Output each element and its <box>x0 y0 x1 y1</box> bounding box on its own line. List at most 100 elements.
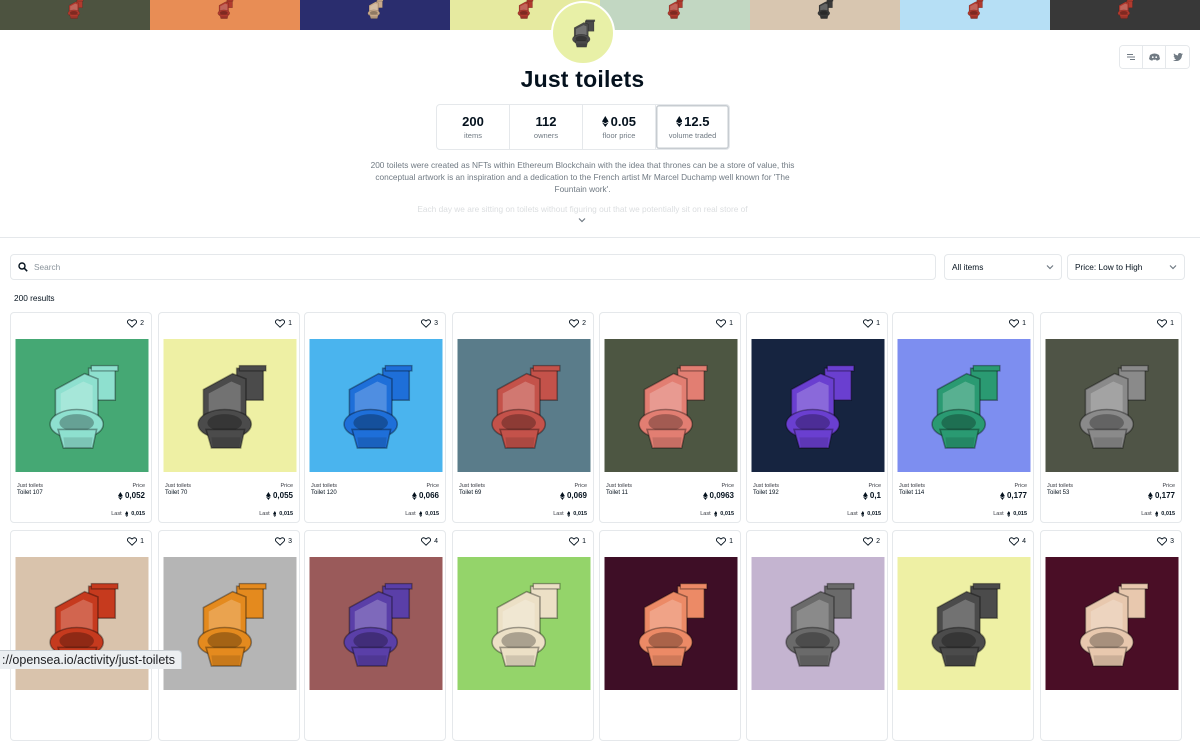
favorite-button[interactable]: 1 <box>275 319 292 328</box>
items-filter-select[interactable]: All items <box>944 254 1062 280</box>
favorite-button[interactable]: 4 <box>1009 537 1026 546</box>
ethereum-icon <box>863 491 868 500</box>
nft-image[interactable] <box>163 339 297 472</box>
nft-image[interactable] <box>15 557 149 690</box>
heart-icon <box>569 537 580 546</box>
search-box[interactable] <box>10 254 936 280</box>
card-price-value: 0,069 <box>566 491 587 500</box>
card-item-name[interactable]: Toilet 53 <box>1047 490 1069 496</box>
nft-image[interactable] <box>604 339 738 472</box>
ethereum-icon <box>713 511 718 517</box>
card-collection-name[interactable]: Just toilets <box>1047 483 1073 489</box>
sort-select[interactable]: Price: Low to High <box>1067 254 1185 280</box>
card-price-label: Price <box>574 483 587 489</box>
favorite-button[interactable]: 3 <box>1157 537 1174 546</box>
nft-card[interactable]: 4 <box>304 530 446 741</box>
card-collection-name[interactable]: Just toilets <box>606 483 632 489</box>
stat-items[interactable]: 200 items <box>437 105 510 149</box>
nft-image[interactable] <box>163 557 297 690</box>
favorite-button[interactable]: 3 <box>275 537 292 546</box>
nft-image[interactable] <box>897 339 1031 472</box>
favorite-button[interactable]: 1 <box>1157 319 1174 328</box>
nft-card[interactable]: 1 <box>10 530 152 741</box>
stat-volume-traded[interactable]: 12.5 volume traded <box>656 105 729 149</box>
nft-card[interactable]: 2 <box>746 530 888 741</box>
card-price-value: 0,0963 <box>709 491 734 500</box>
favorite-button[interactable]: 4 <box>421 537 438 546</box>
expand-description-chevron-icon[interactable] <box>577 215 587 225</box>
nft-card[interactable]: 3 <box>1040 530 1182 741</box>
nft-image[interactable] <box>1045 339 1179 472</box>
nft-image[interactable] <box>751 339 885 472</box>
nft-image[interactable] <box>897 557 1031 690</box>
card-item-name[interactable]: Toilet 114 <box>899 490 924 496</box>
items-filter-value: All items <box>952 262 984 272</box>
stat-floor-price[interactable]: 0.05 floor price <box>583 105 656 149</box>
website-icon[interactable] <box>1120 46 1143 68</box>
card-collection-name[interactable]: Just toilets <box>459 483 485 489</box>
card-collection-name[interactable]: Just toilets <box>753 483 779 489</box>
nft-image[interactable] <box>309 557 443 690</box>
card-item-name[interactable]: Toilet 120 <box>311 490 337 496</box>
card-collection-name[interactable]: Just toilets <box>311 483 337 489</box>
nft-card[interactable]: 4 <box>892 530 1034 741</box>
banner-tile <box>300 0 450 30</box>
stat-owners[interactable]: 112 owners <box>510 105 583 149</box>
nft-image[interactable] <box>309 339 443 472</box>
nft-card[interactable]: 2 Just toilets Toilet 69 Price 0,069 Last 0,01… <box>452 312 594 523</box>
favorite-button[interactable]: 1 <box>127 537 144 546</box>
card-last-label: Last <box>847 511 858 517</box>
nft-card[interactable]: 1 <box>452 530 594 741</box>
search-input[interactable] <box>34 262 884 272</box>
nft-image[interactable] <box>751 557 885 690</box>
collection-stats: 200 items 112 owners 0.05 floor price 12.5 volu… <box>436 104 730 150</box>
nft-card[interactable]: 1 <box>599 530 741 741</box>
nft-image[interactable] <box>457 339 591 472</box>
discord-icon[interactable] <box>1143 46 1166 68</box>
nft-card[interactable]: 1 Just toilets Toilet 192 Price 0,1 Last 0,015 <box>746 312 888 523</box>
card-item-name[interactable]: Toilet 70 <box>165 490 187 496</box>
stat-value: 12.5 <box>675 114 709 129</box>
favorite-button[interactable]: 2 <box>127 319 144 328</box>
description-artist-link[interactable]: Mr Marcel Duchamp <box>642 172 717 182</box>
card-last-value: 0,015 <box>1013 511 1027 517</box>
nft-card[interactable]: 3 <box>158 530 300 741</box>
nft-card[interactable]: 1 Just toilets Toilet 114 Price 0,177 Last 0,0… <box>892 312 1034 523</box>
browser-status-url: ://opensea.io/activity/just-toilets <box>0 650 182 669</box>
favorite-button[interactable]: 1 <box>716 537 733 546</box>
favorite-button[interactable]: 2 <box>569 319 586 328</box>
nft-image[interactable] <box>457 557 591 690</box>
twitter-icon[interactable] <box>1166 46 1189 68</box>
card-price-label: Price <box>1014 483 1027 489</box>
nft-card[interactable]: 1 Just toilets Toilet 11 Price 0,0963 Last 0,0… <box>599 312 741 523</box>
favorite-button[interactable]: 1 <box>716 319 733 328</box>
favorite-button[interactable]: 1 <box>569 537 586 546</box>
card-item-name[interactable]: Toilet 11 <box>606 490 628 496</box>
nft-card[interactable]: 3 Just toilets Toilet 120 Price 0,066 Last 0,0… <box>304 312 446 523</box>
favorite-button[interactable]: 1 <box>863 319 880 328</box>
card-collection-name[interactable]: Just toilets <box>899 483 925 489</box>
favorite-button[interactable]: 2 <box>863 537 880 546</box>
card-item-name[interactable]: Toilet 69 <box>459 490 481 496</box>
card-item-name[interactable]: Toilet 107 <box>17 490 43 496</box>
sort-value: Price: Low to High <box>1075 262 1143 272</box>
card-last-sale: Last 0,015 <box>700 511 734 517</box>
card-collection-name[interactable]: Just toilets <box>17 483 43 489</box>
nft-image[interactable] <box>1045 557 1179 690</box>
stat-label: items <box>464 131 482 140</box>
card-item-name[interactable]: Toilet 192 <box>753 490 779 496</box>
card-collection-name[interactable]: Just toilets <box>165 483 191 489</box>
card-last-label: Last <box>553 511 564 517</box>
favorite-button[interactable]: 3 <box>421 319 438 328</box>
card-last-label: Last <box>259 511 270 517</box>
heart-icon <box>421 319 432 328</box>
favorite-count: 1 <box>140 538 144 545</box>
nft-image[interactable] <box>15 339 149 472</box>
nft-card[interactable]: 1 Just toilets Toilet 70 Price 0,055 Last 0,01… <box>158 312 300 523</box>
nft-image[interactable] <box>604 557 738 690</box>
nft-card[interactable]: 1 Just toilets Toilet 53 Price 0,177 Last 0,01… <box>1040 312 1182 523</box>
favorite-button[interactable]: 1 <box>1009 319 1026 328</box>
card-price-label: Price <box>721 483 734 489</box>
toilet-image <box>960 0 990 20</box>
nft-card[interactable]: 2 Just toilets Toilet 107 Price 0,052 Last 0,0… <box>10 312 152 523</box>
